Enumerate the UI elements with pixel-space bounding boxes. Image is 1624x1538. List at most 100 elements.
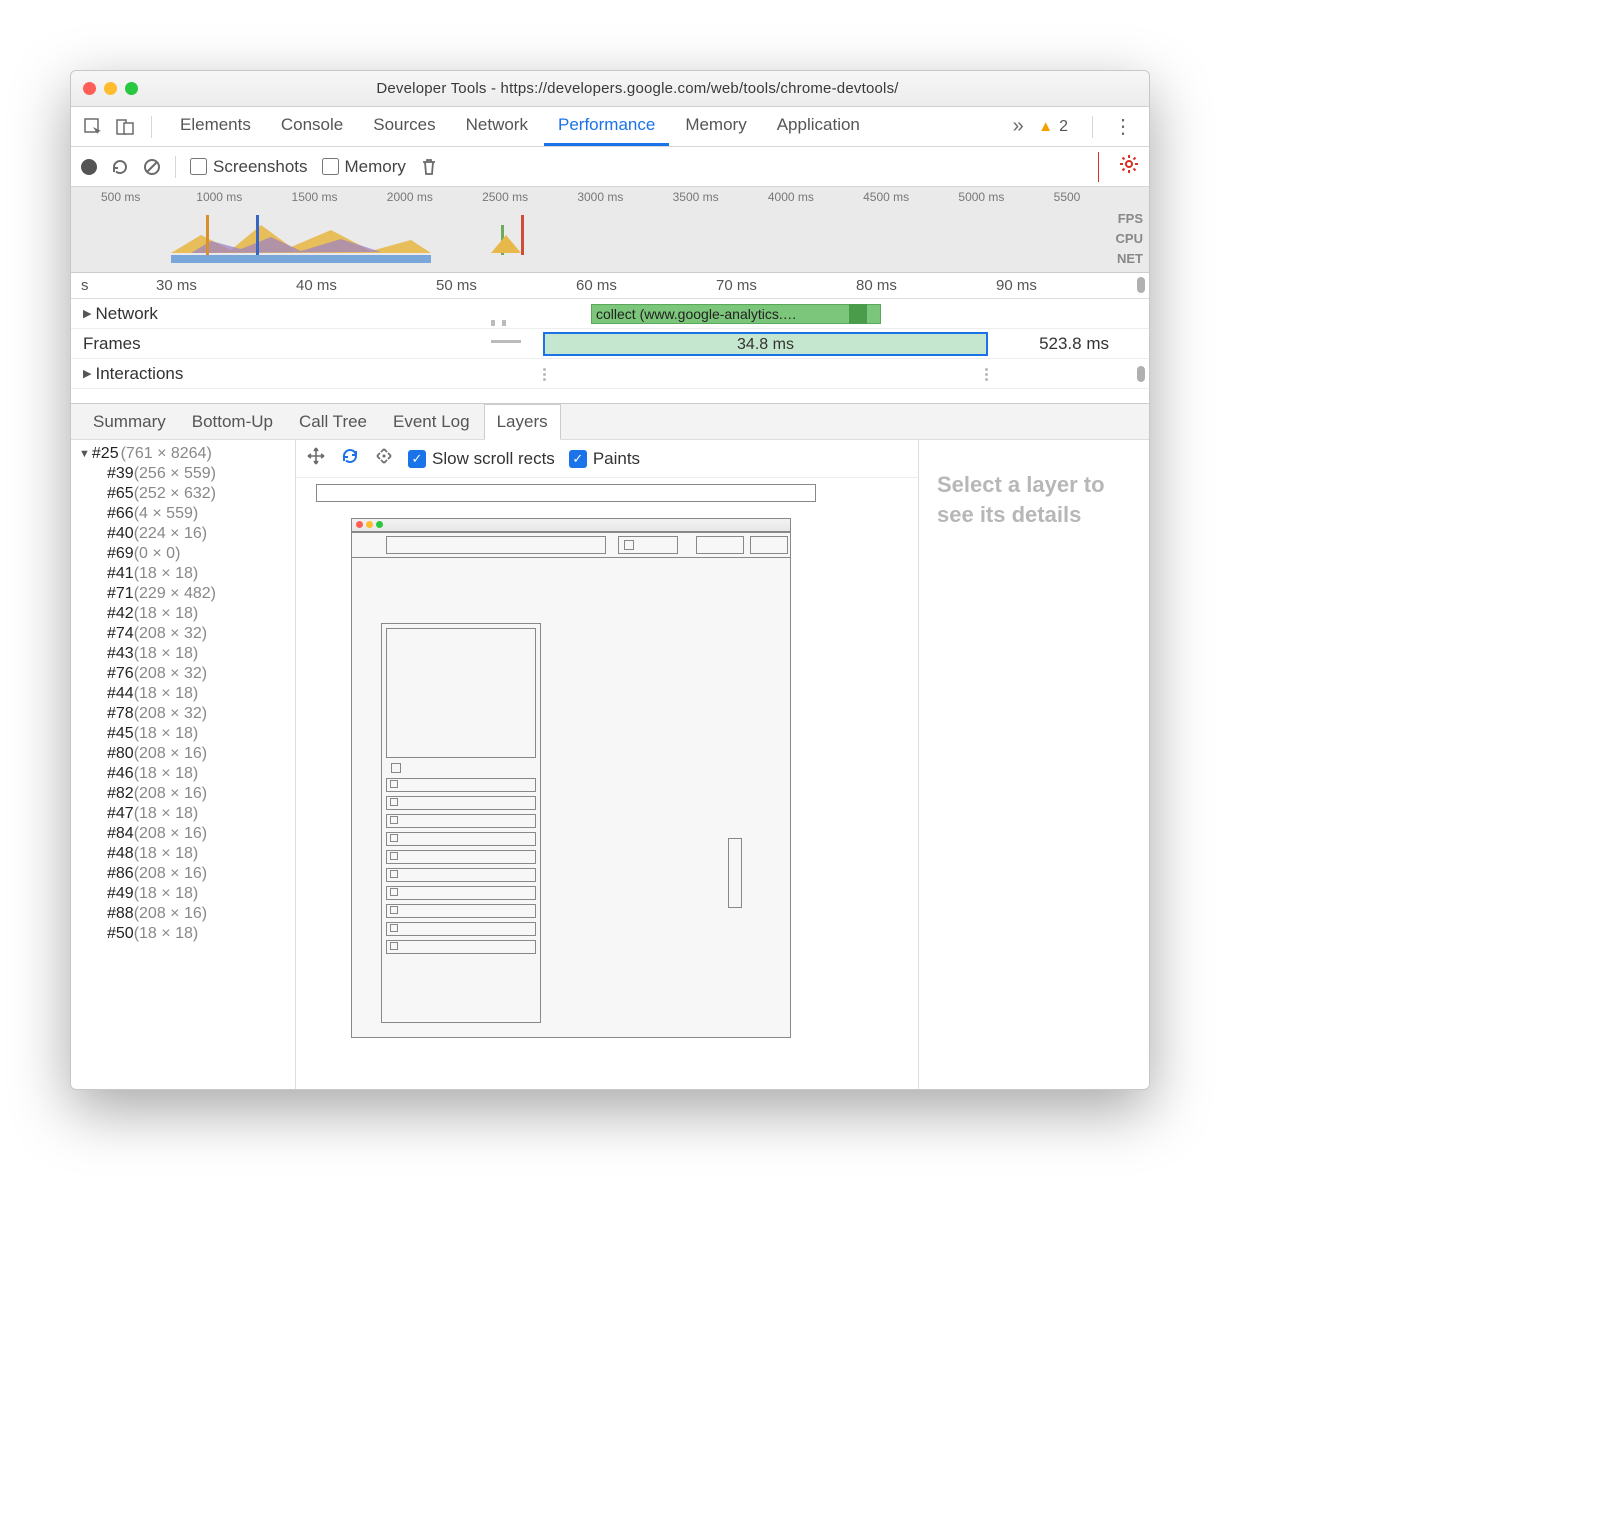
clear-icon[interactable]: [143, 158, 161, 176]
layer-item[interactable]: #71(229 × 482): [79, 584, 291, 604]
device-toolbar-icon[interactable]: [113, 115, 137, 139]
tab-memory[interactable]: Memory: [671, 107, 760, 146]
frames-track[interactable]: Frames 34.8 ms 523.8 ms: [71, 329, 1149, 359]
tab-console[interactable]: Console: [267, 107, 357, 146]
tab-network[interactable]: Network: [452, 107, 542, 146]
memory-checkbox-input[interactable]: [322, 158, 339, 175]
layer-item[interactable]: #42(18 × 18): [79, 604, 291, 624]
subtab-summary[interactable]: Summary: [81, 405, 178, 439]
layer-canvas[interactable]: [296, 478, 918, 1089]
tab-performance[interactable]: Performance: [544, 107, 669, 146]
details-placeholder: Select a layer to see its details: [937, 470, 1131, 529]
ruler-tick: 60 ms: [576, 277, 617, 294]
subtab-bottom-up[interactable]: Bottom-Up: [180, 405, 285, 439]
screenshots-checkbox-input[interactable]: [190, 158, 207, 175]
layer-tree[interactable]: ▼#25(761 × 8264)#39(256 × 559)#65(252 × …: [71, 440, 296, 1089]
layer-item[interactable]: #46(18 × 18): [79, 764, 291, 784]
overview-tick: 2000 ms: [387, 190, 482, 204]
layer-item[interactable]: #65(252 × 632): [79, 484, 291, 504]
layer-item[interactable]: #39(256 × 559): [79, 464, 291, 484]
more-tabs-icon[interactable]: »: [1006, 115, 1030, 139]
network-track-label: Network: [95, 304, 157, 324]
divider: [1092, 116, 1093, 138]
close-window-button[interactable]: [83, 82, 96, 95]
layer-id: #88: [107, 905, 134, 922]
checkbox-checked-icon: ✓: [569, 450, 587, 468]
paints-checkbox[interactable]: ✓ Paints: [569, 449, 640, 469]
network-request-bar[interactable]: collect (www.google-analytics.…: [591, 304, 881, 324]
slow-scroll-rects-checkbox[interactable]: ✓ Slow scroll rects: [408, 449, 555, 469]
layer-id: #50: [107, 925, 134, 942]
layer-item[interactable]: #48(18 × 18): [79, 844, 291, 864]
layer-id: #47: [107, 805, 134, 822]
layer-item[interactable]: #50(18 × 18): [79, 924, 291, 944]
subtab-call-tree[interactable]: Call Tree: [287, 405, 379, 439]
timeline-ruler[interactable]: s30 ms40 ms50 ms60 ms70 ms80 ms90 ms: [71, 273, 1149, 299]
reload-icon[interactable]: [111, 158, 129, 176]
overview-tick: 4500 ms: [863, 190, 958, 204]
layer-item[interactable]: #88(208 × 16): [79, 904, 291, 924]
layer-item[interactable]: #44(18 × 18): [79, 684, 291, 704]
interactions-track[interactable]: ▶Interactions: [71, 359, 1149, 389]
overview-tick: 3000 ms: [577, 190, 672, 204]
subtab-event-log[interactable]: Event Log: [381, 405, 482, 439]
track-scrollbar-thumb[interactable]: [1137, 366, 1145, 382]
kebab-menu-icon[interactable]: ⋮: [1107, 114, 1139, 139]
layer-id: #25: [92, 445, 119, 463]
layer-item[interactable]: #49(18 × 18): [79, 884, 291, 904]
minimize-window-button[interactable]: [104, 82, 117, 95]
range-handle-right[interactable]: [985, 365, 991, 383]
devtools-window: Developer Tools - https://developers.goo…: [70, 70, 1150, 1090]
layer-dimensions: (18 × 18): [134, 565, 198, 582]
collapse-icon[interactable]: ▼: [79, 448, 90, 460]
layer-item[interactable]: #84(208 × 16): [79, 824, 291, 844]
frame-bar[interactable]: 34.8 ms: [543, 332, 988, 356]
layer-item[interactable]: #86(208 × 16): [79, 864, 291, 884]
record-button[interactable]: [81, 159, 97, 175]
layer-item[interactable]: #69(0 × 0): [79, 544, 291, 564]
pan-icon[interactable]: [306, 446, 326, 471]
layer-item[interactable]: #66(4 × 559): [79, 504, 291, 524]
inspect-element-icon[interactable]: [81, 115, 105, 139]
expand-icon[interactable]: ▶: [83, 367, 91, 380]
ruler-tick: s: [81, 277, 89, 294]
layer-dimensions: (18 × 18): [134, 805, 198, 822]
fps-label: FPS: [1116, 209, 1143, 229]
ruler-tick: 50 ms: [436, 277, 477, 294]
layer-item[interactable]: #40(224 × 16): [79, 524, 291, 544]
ruler-scrollbar-thumb[interactable]: [1137, 277, 1145, 293]
layer-item[interactable]: #78(208 × 32): [79, 704, 291, 724]
trash-icon[interactable]: [420, 158, 438, 176]
warnings-badge[interactable]: ▲ 2: [1038, 118, 1068, 136]
tab-sources[interactable]: Sources: [359, 107, 449, 146]
layer-id: #71: [107, 585, 134, 602]
layer-item[interactable]: #82(208 × 16): [79, 784, 291, 804]
screenshots-checkbox[interactable]: Screenshots: [190, 157, 308, 177]
rotate-icon[interactable]: [340, 446, 360, 471]
tab-application[interactable]: Application: [763, 107, 874, 146]
layer-item[interactable]: #80(208 × 16): [79, 744, 291, 764]
paints-label: Paints: [593, 449, 640, 469]
layer-item[interactable]: ▼#25(761 × 8264): [79, 444, 291, 464]
frame-duration-label: 34.8 ms: [737, 336, 794, 353]
layer-item[interactable]: #45(18 × 18): [79, 724, 291, 744]
subtab-layers[interactable]: Layers: [484, 404, 561, 440]
expand-icon[interactable]: ▶: [83, 307, 91, 320]
layer-item[interactable]: #43(18 × 18): [79, 644, 291, 664]
settings-gear-icon[interactable]: [1119, 154, 1139, 180]
overview-ticks: 500 ms1000 ms1500 ms2000 ms2500 ms3000 m…: [71, 187, 1149, 204]
reset-view-icon[interactable]: [374, 446, 394, 471]
memory-checkbox[interactable]: Memory: [322, 157, 406, 177]
layer-item[interactable]: #74(208 × 32): [79, 624, 291, 644]
layer-item[interactable]: #47(18 × 18): [79, 804, 291, 824]
layer-id: #80: [107, 745, 134, 762]
layer-dimensions: (208 × 16): [134, 825, 207, 842]
range-handle-left[interactable]: [543, 365, 549, 383]
layer-item[interactable]: #76(208 × 32): [79, 664, 291, 684]
network-track[interactable]: ▶ Network collect (www.google-analytics.…: [71, 299, 1149, 329]
maximize-window-button[interactable]: [125, 82, 138, 95]
tab-elements[interactable]: Elements: [166, 107, 265, 146]
timeline-overview[interactable]: 500 ms1000 ms1500 ms2000 ms2500 ms3000 m…: [71, 187, 1149, 273]
window-title: Developer Tools - https://developers.goo…: [138, 80, 1137, 97]
layer-item[interactable]: #41(18 × 18): [79, 564, 291, 584]
